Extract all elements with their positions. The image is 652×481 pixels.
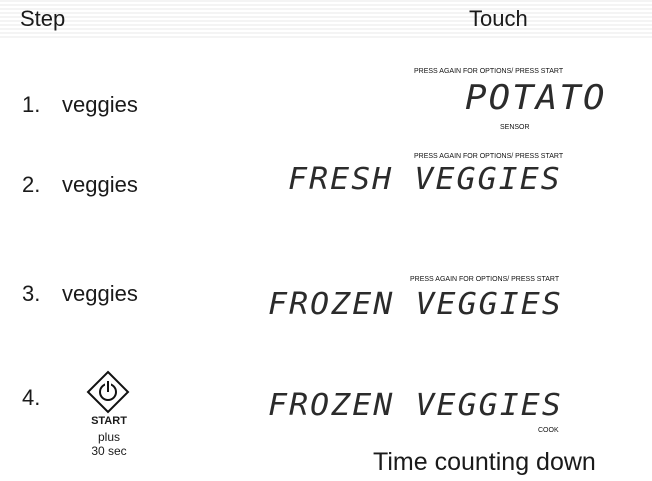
thirty-sec-label: 30 sec: [91, 444, 127, 458]
step-1-label: veggies: [62, 92, 138, 117]
step-4-number: 4.: [22, 385, 41, 410]
step-3-display: FROZEN VEGGIES: [268, 287, 563, 322]
step-4-cook-label: COOK: [538, 427, 559, 434]
step-3-label: veggies: [62, 281, 138, 306]
step-1-sensor-label: SENSOR: [500, 124, 530, 131]
header-touch: Touch: [469, 6, 528, 31]
step-2-options-label: PRESS AGAIN FOR OPTIONS/ PRESS START: [414, 153, 564, 160]
header-band: [0, 0, 652, 40]
step-1-display: POTATO: [465, 78, 607, 118]
step-1-options-label: PRESS AGAIN FOR OPTIONS/ PRESS START: [414, 68, 564, 75]
start-label: START: [91, 415, 127, 427]
step-3-options-label: PRESS AGAIN FOR OPTIONS/ PRESS START: [410, 276, 560, 283]
step-2-number: 2.: [22, 172, 41, 197]
step-1-number: 1.: [22, 92, 41, 117]
plus-label: plus: [97, 430, 120, 444]
header-step: Step: [20, 6, 66, 31]
step-3-number: 3.: [22, 281, 41, 306]
step-4-display: FROZEN VEGGIES: [268, 388, 563, 423]
step-2-display: FRESH VEGGIES: [288, 162, 562, 197]
step-2-label: veggies: [62, 172, 138, 197]
start-icon: [86, 370, 130, 414]
time-counting-down: Time counting down: [373, 448, 596, 476]
